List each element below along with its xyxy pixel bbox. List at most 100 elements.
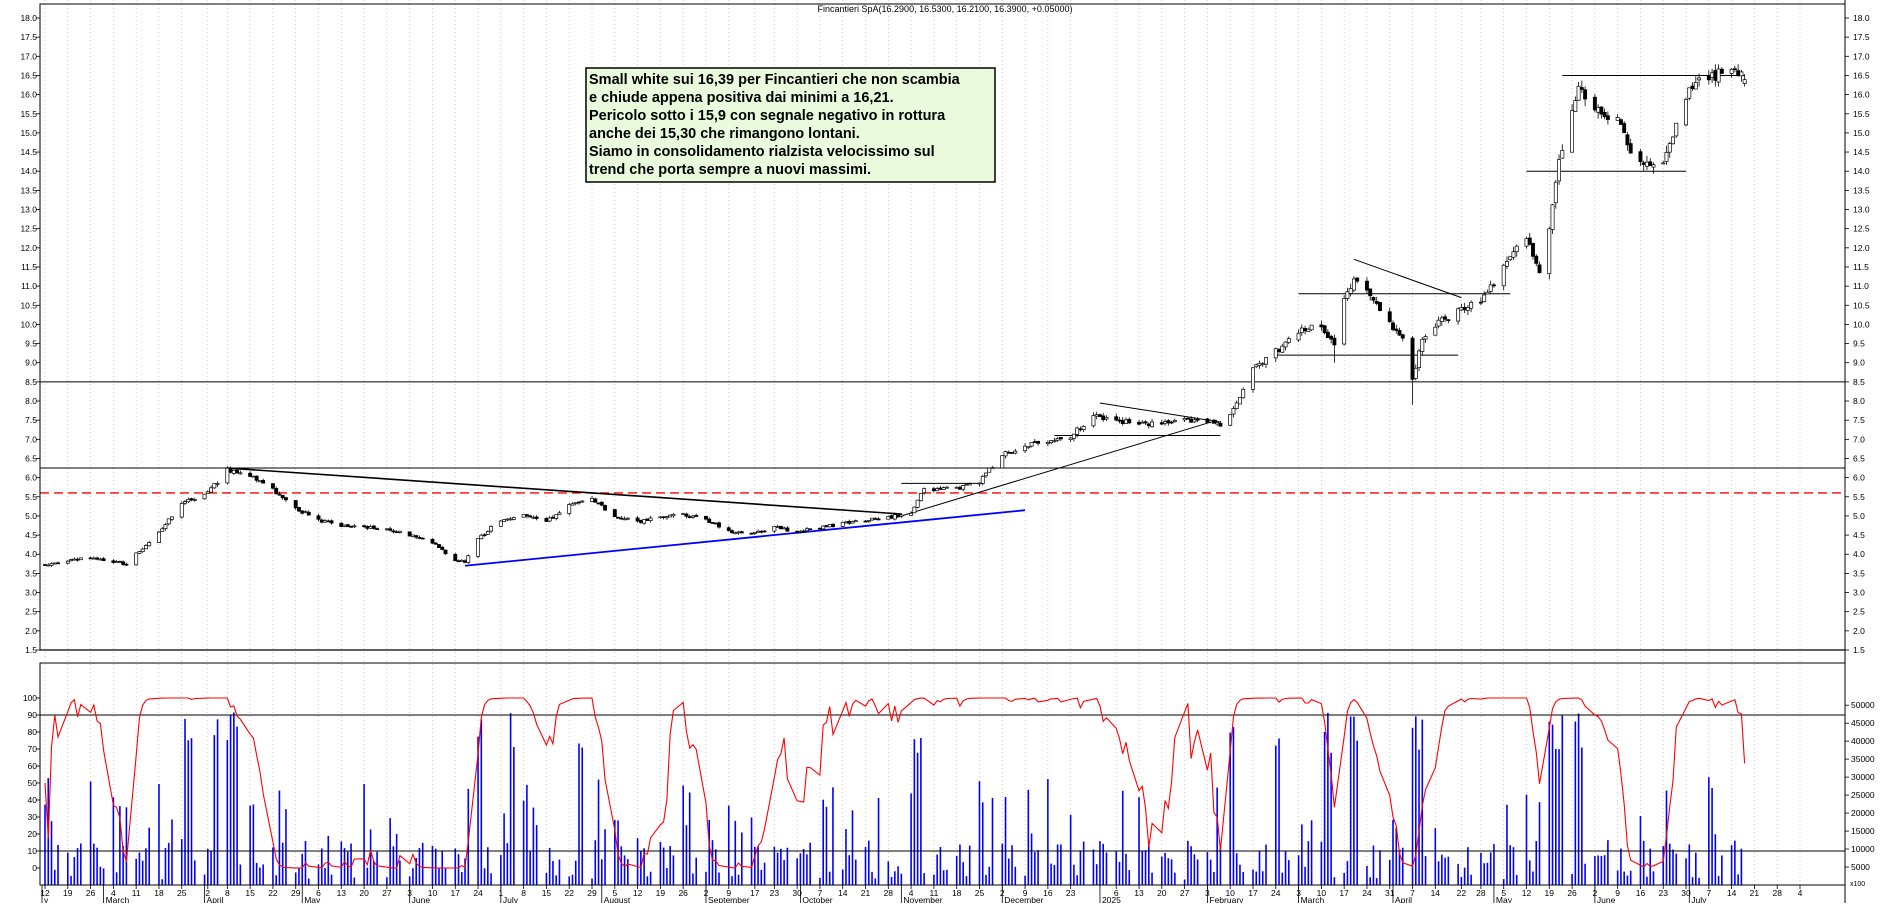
candle-body bbox=[782, 527, 787, 530]
candle-body bbox=[671, 513, 676, 517]
candle-body bbox=[980, 475, 985, 484]
candle-body bbox=[863, 520, 868, 523]
candle-body bbox=[1423, 336, 1428, 340]
candle-body bbox=[798, 530, 803, 533]
candle-body bbox=[121, 561, 126, 565]
price-tick-label-left: 6.5 bbox=[25, 453, 37, 463]
candle-body bbox=[577, 501, 581, 504]
candle-body bbox=[733, 532, 738, 535]
x-month-label: June bbox=[1597, 895, 1616, 903]
candle-body bbox=[1729, 68, 1734, 74]
candle-body bbox=[804, 528, 809, 532]
x-day-label: 17 bbox=[750, 888, 760, 898]
candle-body bbox=[1055, 438, 1060, 441]
x-day-label: 19 bbox=[1545, 888, 1555, 898]
candle-body bbox=[1000, 455, 1005, 469]
candle-body bbox=[619, 517, 624, 520]
price-tick-label-right: 9.0 bbox=[1853, 358, 1865, 368]
candle-body bbox=[463, 560, 467, 563]
candle-body bbox=[1446, 319, 1451, 321]
candle-body bbox=[485, 531, 490, 535]
candle-body bbox=[1006, 451, 1011, 454]
candle-body bbox=[248, 472, 253, 477]
candle-body bbox=[111, 560, 116, 563]
candle-body bbox=[1215, 422, 1220, 425]
candle-body bbox=[505, 518, 510, 521]
candle-body bbox=[316, 515, 321, 520]
candle-body bbox=[407, 531, 412, 537]
price-tick-label-left: 3.5 bbox=[25, 568, 37, 578]
candle-body bbox=[140, 548, 145, 552]
x-day-label: 20 bbox=[359, 888, 369, 898]
x-day-label: 26 bbox=[86, 888, 96, 898]
candle-body bbox=[1169, 421, 1174, 424]
candle-body bbox=[430, 538, 435, 544]
price-tick-label-right: 12.0 bbox=[1853, 243, 1870, 253]
candle-body bbox=[1456, 308, 1461, 322]
candle-body bbox=[1058, 437, 1063, 440]
x-day-label: 23 bbox=[1066, 888, 1076, 898]
candle-body bbox=[46, 564, 51, 567]
candle-body bbox=[1736, 70, 1741, 77]
candle-body bbox=[1417, 350, 1421, 369]
candle-body bbox=[95, 557, 100, 560]
candle-body bbox=[717, 522, 721, 528]
candle-body bbox=[694, 515, 699, 517]
candle-body bbox=[1684, 99, 1688, 126]
candle-body bbox=[352, 525, 357, 528]
x-day-label: 21 bbox=[861, 888, 871, 898]
price-tick-label-left: 12.0 bbox=[20, 243, 37, 253]
candle-body bbox=[1628, 143, 1633, 154]
candle-body bbox=[593, 498, 598, 503]
candle-body bbox=[550, 516, 555, 519]
oscillator-tick-label: 90 bbox=[28, 710, 38, 720]
price-tick-label-right: 10.0 bbox=[1853, 319, 1870, 329]
candle-body bbox=[101, 558, 106, 562]
stock-chart: Fincantieri SpA(16.2900, 16.5300, 16.210… bbox=[0, 0, 1890, 905]
candle-body bbox=[1615, 117, 1620, 121]
x-day-label: 19 bbox=[656, 888, 666, 898]
candle-body bbox=[1127, 418, 1132, 424]
candle-body bbox=[1732, 68, 1737, 71]
candle-body bbox=[1394, 328, 1399, 331]
candle-body bbox=[323, 520, 327, 523]
candle-body bbox=[1583, 89, 1588, 100]
candle-body bbox=[1329, 335, 1334, 340]
candle-body bbox=[257, 480, 262, 483]
price-tick-label-left: 15.0 bbox=[20, 128, 37, 138]
candle-body bbox=[1664, 152, 1669, 162]
candle-body bbox=[1713, 70, 1718, 81]
candle-body bbox=[342, 524, 347, 527]
candle-body bbox=[1286, 338, 1291, 343]
volume-tick-label: 25000 bbox=[1851, 790, 1875, 800]
x-day-label: 28 bbox=[884, 888, 894, 898]
candle-body bbox=[137, 551, 142, 554]
candle-body bbox=[1413, 367, 1418, 379]
candle-body bbox=[189, 498, 194, 501]
candle-body bbox=[1257, 363, 1262, 366]
price-tick-label-left: 6.0 bbox=[25, 473, 37, 483]
candle-body bbox=[1081, 425, 1086, 430]
x-month-label: 2025 bbox=[1102, 895, 1121, 903]
candle-body bbox=[205, 491, 210, 494]
candle-body bbox=[388, 528, 393, 531]
candle-body bbox=[1273, 348, 1278, 359]
candle-body bbox=[1690, 85, 1695, 90]
candle-body bbox=[795, 530, 800, 533]
candle-body bbox=[1605, 115, 1610, 120]
candle-body bbox=[1150, 421, 1155, 428]
price-tick-label-left: 5.5 bbox=[25, 492, 37, 502]
candle-body bbox=[1120, 420, 1125, 425]
candle-body bbox=[1280, 345, 1285, 353]
candle-body bbox=[590, 497, 594, 502]
x-day-label: 18 bbox=[952, 888, 962, 898]
candle-body bbox=[117, 560, 122, 563]
x-day-label: 14 bbox=[1431, 888, 1441, 898]
x-day-label: 28 bbox=[1476, 888, 1486, 898]
price-tick-label-left: 9.0 bbox=[25, 358, 37, 368]
candle-body bbox=[844, 521, 848, 524]
candle-body bbox=[1163, 421, 1168, 424]
candle-body bbox=[1439, 317, 1444, 322]
candle-body bbox=[1114, 416, 1119, 421]
x-day-label: 12 bbox=[633, 888, 643, 898]
